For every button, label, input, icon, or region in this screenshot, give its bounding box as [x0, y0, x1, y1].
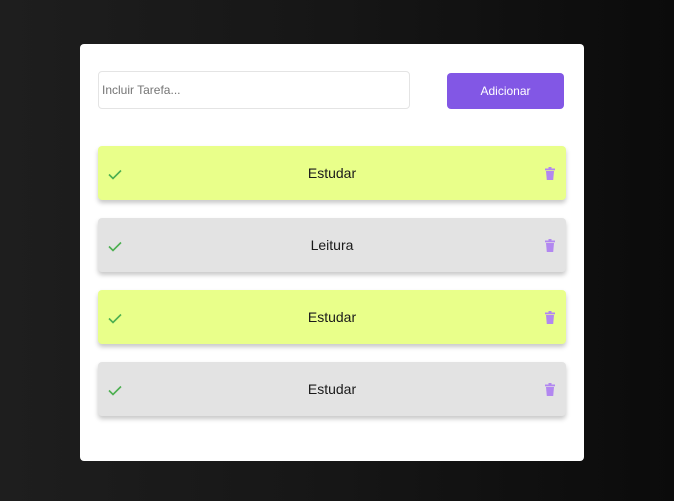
trash-icon[interactable] [544, 309, 556, 325]
task-item: Estudar [98, 146, 566, 200]
check-icon[interactable] [106, 309, 124, 327]
trash-icon[interactable] [544, 237, 556, 253]
trash-icon[interactable] [544, 165, 556, 181]
check-icon[interactable] [106, 237, 124, 255]
task-title: Estudar [307, 381, 357, 397]
trash-icon[interactable] [544, 381, 556, 397]
task-item: Estudar [98, 290, 566, 344]
task-item: Leitura [98, 218, 566, 272]
add-task-button[interactable]: Adicionar [447, 73, 564, 109]
task-item: Estudar [98, 362, 566, 416]
todo-card: Adicionar Estudar Leitura Estudar [80, 44, 584, 461]
task-title: Leitura [310, 237, 354, 253]
task-title: Estudar [307, 309, 357, 325]
task-input[interactable] [98, 71, 410, 109]
task-title: Estudar [307, 165, 357, 181]
check-icon[interactable] [106, 165, 124, 183]
task-list: Estudar Leitura Estudar Estudar [98, 146, 566, 434]
check-icon[interactable] [106, 381, 124, 399]
